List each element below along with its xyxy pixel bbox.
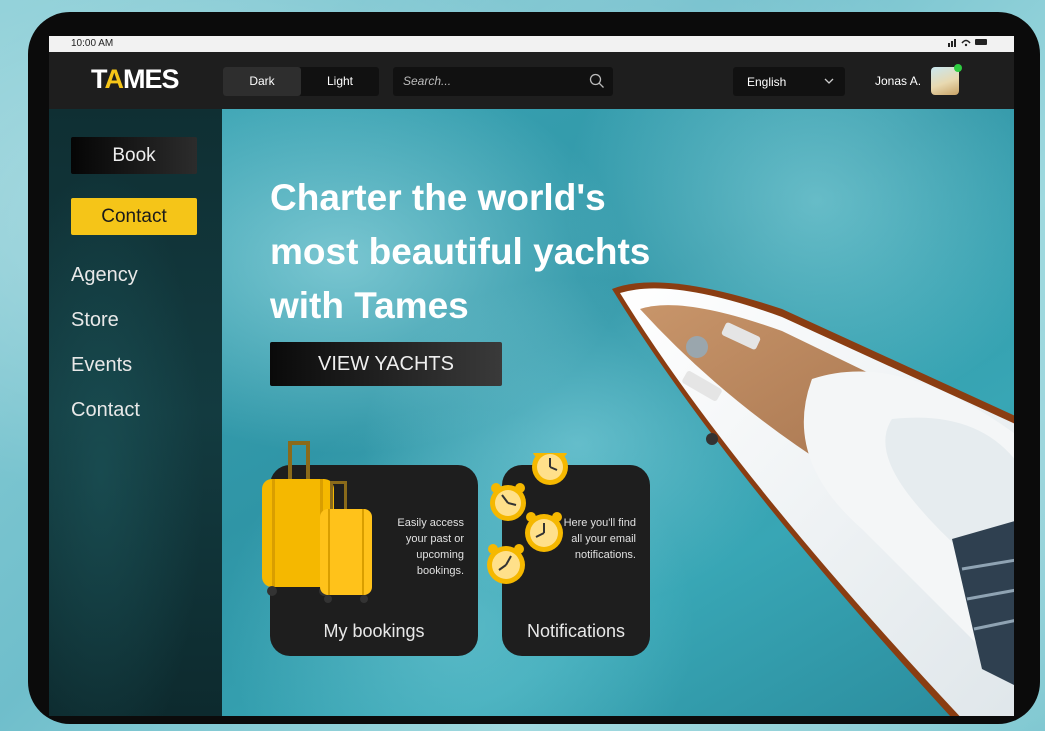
theme-light-option[interactable]: Light — [301, 67, 379, 96]
chevron-down-icon — [823, 75, 835, 90]
search-input[interactable] — [401, 73, 585, 89]
search-icon[interactable] — [589, 73, 605, 94]
user-name[interactable]: Jonas A. — [875, 74, 921, 88]
search-bar — [393, 67, 613, 96]
hero-section: Charter the world's most beautiful yacht… — [222, 109, 1014, 716]
sidebar-item-contact[interactable]: Contact — [71, 399, 140, 422]
tames-logo[interactable]: TAMES — [91, 64, 180, 95]
sidebar-contact-button[interactable]: Contact — [71, 198, 197, 235]
status-time: 10:00 AM — [71, 38, 114, 49]
avatar[interactable] — [931, 64, 962, 95]
online-status-icon — [954, 64, 962, 72]
sidebar-item-events[interactable]: Events — [71, 354, 132, 377]
view-yachts-button[interactable]: VIEW YACHTS — [270, 342, 502, 386]
notifications-title: Notifications — [526, 621, 626, 641]
theme-dark-option[interactable]: Dark — [223, 67, 301, 96]
sidebar-book-button[interactable]: Book — [71, 137, 197, 174]
bookings-title: My bookings — [323, 621, 425, 641]
my-bookings-card[interactable]: Easily access your past or upcoming book… — [262, 441, 478, 656]
app-screen: 10:00 AM TAMES Dark Light Search... Engl… — [49, 36, 1014, 716]
suitcase-icon — [258, 441, 378, 611]
bookings-description: Easily access your past or upcoming book… — [397, 517, 464, 577]
notifications-card[interactable]: Here you'll find all your email notifica… — [487, 447, 650, 656]
sidebar-item-store[interactable]: Store — [71, 309, 119, 332]
hero-title: Charter the world's most beautiful yacht… — [270, 177, 651, 326]
sidebar: Book Contact Agency Store Events Contact — [49, 109, 222, 716]
sidebar-item-agency[interactable]: Agency — [71, 264, 138, 287]
yacht-image — [612, 282, 1014, 716]
status-bar: 10:00 AM — [49, 36, 1014, 52]
language-select[interactable]: English — [733, 67, 845, 96]
top-navigation-bar: TAMES Dark Light English Jonas A. — [49, 52, 1014, 109]
theme-toggle[interactable]: Dark Light — [223, 67, 379, 96]
status-indicators-icon — [948, 37, 988, 50]
notifications-description: Here you'll find all your email notifica… — [563, 517, 636, 561]
language-label: English — [747, 75, 787, 89]
